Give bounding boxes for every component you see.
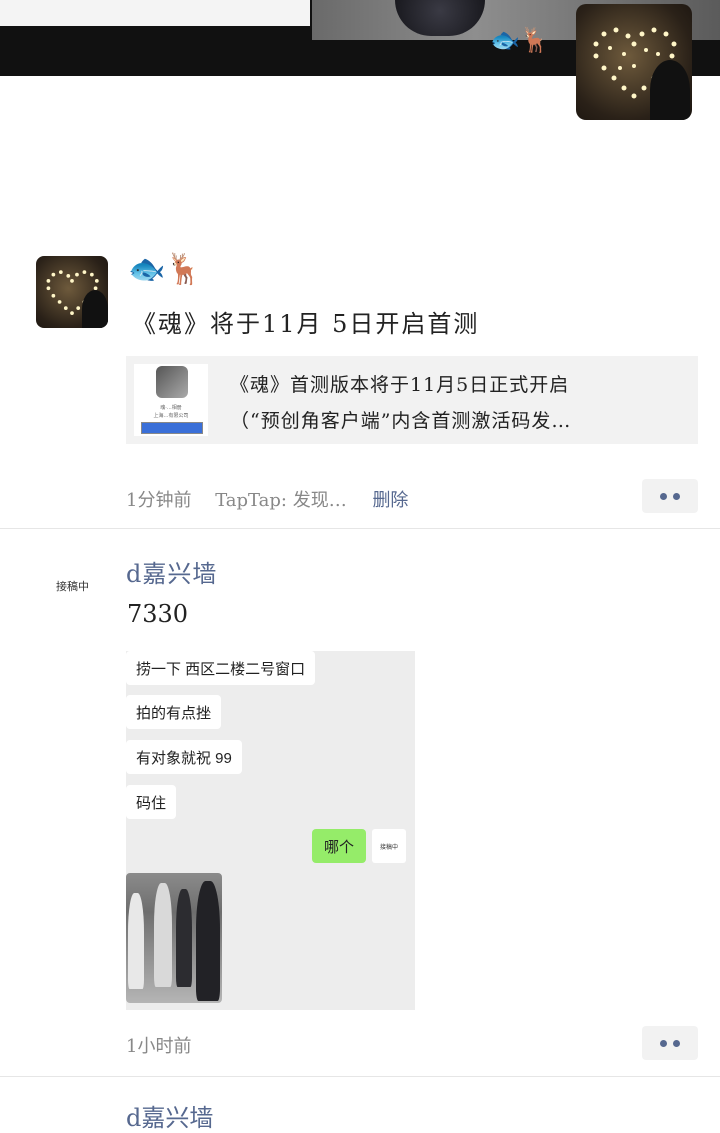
post-time: 1分钟前 (126, 490, 192, 511)
link-title-line2: （“预创角客户端”内含首测激活码发… (230, 410, 572, 432)
dot-icon (673, 1039, 680, 1047)
post-text: 7330 (127, 600, 189, 628)
chat-bubble: 拍的有点挫 (126, 695, 222, 729)
thumb-caption: 魂·…相册 (160, 405, 182, 411)
person-silhouette (650, 60, 690, 120)
delete-link[interactable]: 删除 (372, 490, 408, 511)
chat-self-avatar: 接稿中 (372, 829, 406, 863)
thumb-caption: 上海…有限公司 (153, 413, 189, 419)
divider (0, 528, 720, 529)
chat-bubble: 码住 (126, 785, 177, 819)
chat-bubble: 有对象就祝 99 (126, 740, 242, 774)
person-figure (128, 893, 144, 989)
more-actions-button[interactable] (642, 479, 698, 513)
post-source[interactable]: TapTap: 发现… (215, 490, 347, 511)
game-logo-icon (156, 366, 188, 398)
divider (0, 1076, 720, 1077)
link-title-line1: 《魂》首测版本将于11月5日正式开启 (230, 374, 570, 396)
post-meta: 1分钟前 TapTap: 发现… 删除 (126, 486, 408, 512)
link-thumbnail: 魂·…相册 上海…有限公司 (134, 364, 208, 436)
more-actions-button[interactable] (642, 1026, 698, 1060)
post-avatar[interactable]: 接稿中 (56, 578, 89, 594)
thumb-button (141, 422, 203, 434)
post-author[interactable]: d嘉兴墙 (126, 554, 217, 589)
dot-icon (660, 1039, 667, 1047)
chat-bubble-self: 哪个 (312, 829, 367, 863)
profile-avatar[interactable] (576, 4, 692, 120)
post-author-emoji[interactable]: 🐟🦌 (128, 252, 203, 287)
post-text: 《魂》将于11月 5日开启首测 (132, 310, 480, 338)
person-figure (196, 881, 220, 1001)
chat-bubble: 捞一下 西区二楼二号窗口 (126, 651, 316, 685)
post-time: 1小时前 (126, 1036, 192, 1057)
post-image[interactable]: 捞一下 西区二楼二号窗口 拍的有点挫 有对象就祝 99 码住 哪个 接稿中 (126, 651, 415, 1010)
cover-strip (0, 0, 310, 26)
dot-icon (660, 492, 667, 500)
dot-icon (673, 492, 680, 500)
post-avatar[interactable] (36, 256, 108, 328)
chat-photo (126, 873, 222, 1003)
profile-name-emoji: 🐟🦌 (490, 26, 550, 54)
link-card[interactable]: 魂·…相册 上海…有限公司 《魂》首测版本将于11月5日正式开启 （“预创角客户… (126, 356, 698, 444)
person-silhouette (82, 290, 108, 328)
person-figure (154, 883, 172, 987)
person-figure (176, 889, 192, 987)
post-meta: 1小时前 (126, 1032, 191, 1058)
